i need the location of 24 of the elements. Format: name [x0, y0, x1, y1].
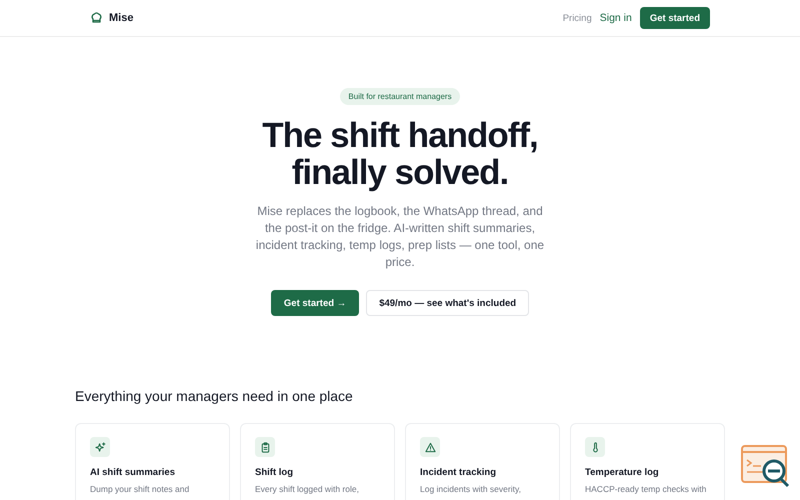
feature-description: HACCP-ready temp checks with	[585, 484, 708, 494]
nav-link[interactable]: Pricing	[562, 12, 592, 24]
pricing-button[interactable]: $49/mo — see what's included	[366, 290, 530, 316]
section-heading: Everything your managers need in one place	[75, 388, 354, 404]
feature-description: Dump your shift notes and	[90, 484, 190, 494]
feature-title: AI shift summaries	[90, 467, 176, 478]
sparkles-icon	[90, 437, 110, 457]
warning-icon	[420, 437, 440, 457]
feature-title: Incident tracking	[420, 467, 498, 478]
feature-title: Temperature log	[585, 467, 660, 478]
nav-link[interactable]: Sign in	[600, 12, 632, 24]
get-started-button[interactable]: Get started	[640, 7, 710, 29]
feature-title: Shift log	[255, 467, 294, 478]
feature-description: Log incidents with severity,	[420, 484, 522, 494]
chef-hat-icon	[90, 12, 103, 24]
feature-description: Every shift logged with role,	[255, 484, 360, 494]
get-started-button[interactable]: Get started →	[270, 290, 360, 316]
hero-description: Mise replaces the logbook, the WhatsApp thread, and the post-it on the fridge. AI-written shift summaries, incident tracking, temp logs, prep lists — one tool, one price.	[255, 203, 545, 271]
thermometer-icon	[585, 437, 605, 457]
hero-title: The shift handoff, finally solved.	[262, 117, 538, 191]
tagline-badge: Built for restaurant managers	[340, 88, 460, 105]
clipboard-icon	[255, 437, 275, 457]
brand-name[interactable]: Mise	[109, 12, 134, 24]
code-search-icon[interactable]	[741, 444, 791, 488]
